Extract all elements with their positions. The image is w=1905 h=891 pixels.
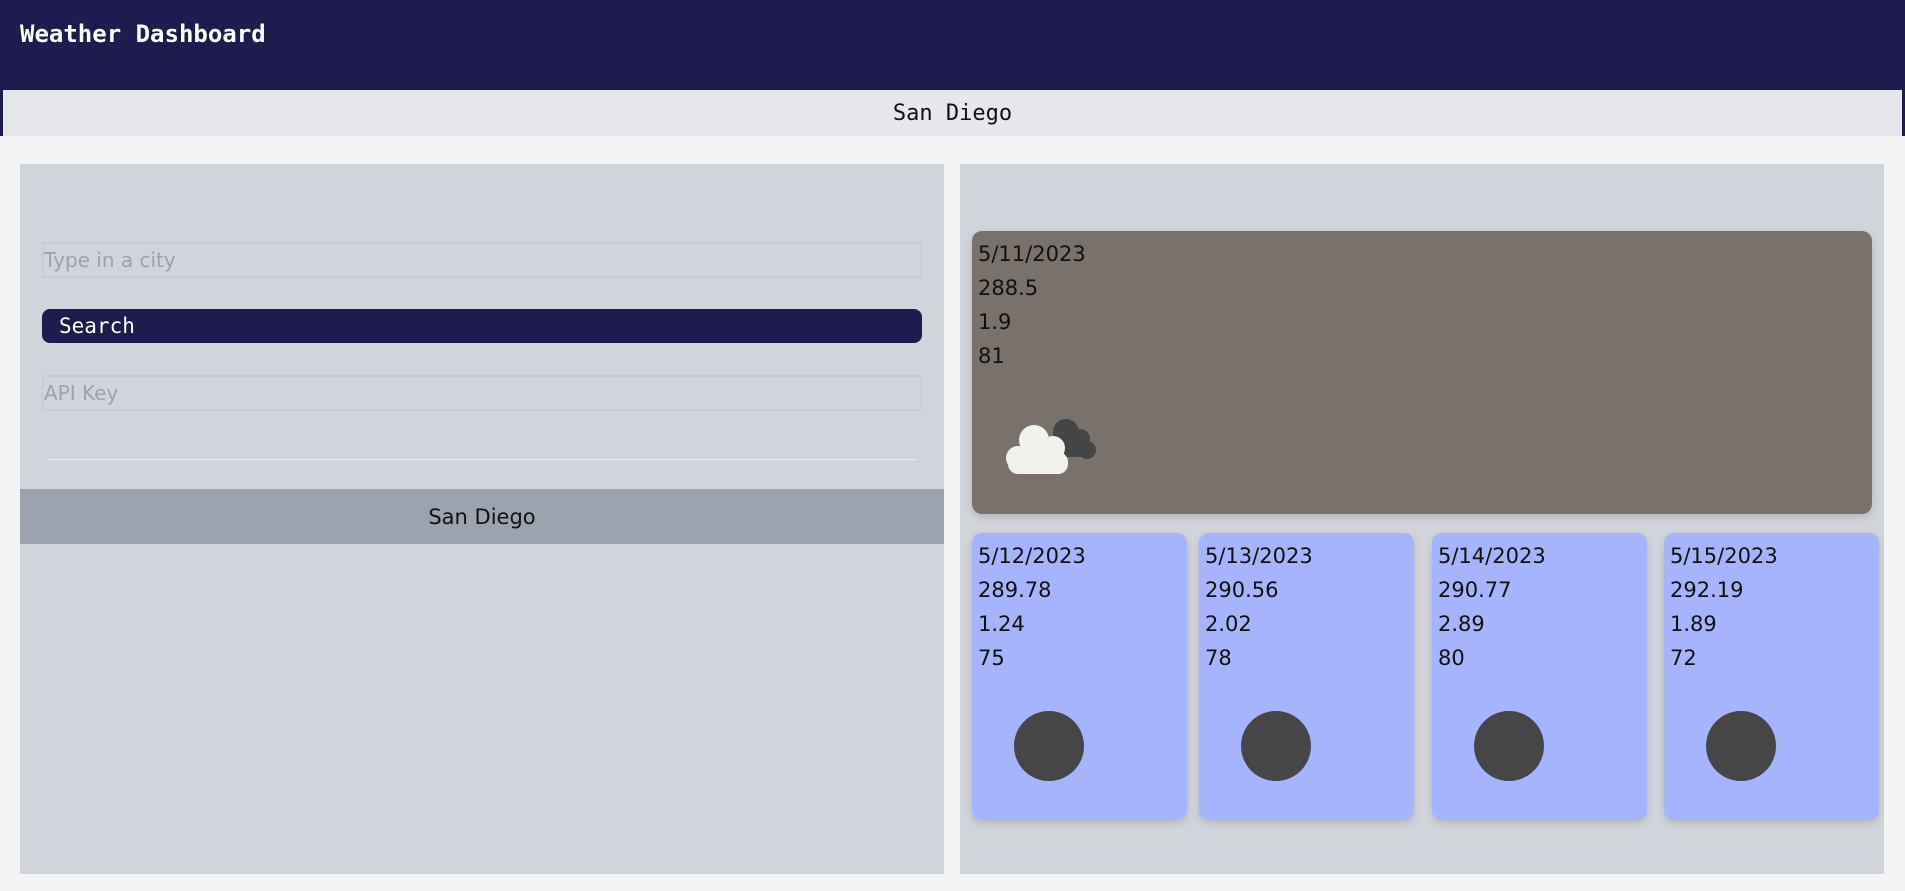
forecast-temp: 290.56 — [1205, 578, 1279, 602]
dark-circle-icon — [1706, 711, 1776, 781]
history-item-label: San Diego — [428, 504, 536, 529]
forecast-stats: 5/13/2023 290.56 2.02 78 — [1205, 539, 1313, 675]
current-date: 5/11/2023 — [978, 242, 1086, 266]
forecast-humidity: 78 — [1205, 646, 1232, 670]
forecast-date: 5/12/2023 — [978, 544, 1086, 568]
forecast-humidity: 72 — [1670, 646, 1697, 670]
city-search-input[interactable] — [42, 242, 922, 278]
forecast-date: 5/14/2023 — [1438, 544, 1546, 568]
forecast-stats: 5/15/2023 292.19 1.89 72 — [1670, 539, 1778, 675]
top-bar: Weather Dashboard — [0, 0, 1905, 90]
forecast-card: 5/15/2023 292.19 1.89 72 — [1664, 533, 1879, 820]
dark-circle-icon — [1474, 711, 1544, 781]
dark-circle-icon — [1241, 711, 1311, 781]
current-wind: 1.9 — [978, 310, 1012, 334]
selected-city-label: San Diego — [892, 100, 1013, 126]
dark-circle-icon — [1014, 711, 1084, 781]
cloud-icon — [1006, 419, 1096, 474]
forecast-stats: 5/12/2023 289.78 1.24 75 — [978, 539, 1086, 675]
search-panel: Search San Diego — [20, 164, 944, 874]
forecast-date: 5/15/2023 — [1670, 544, 1778, 568]
divider — [48, 459, 916, 460]
selected-city-bar: San Diego — [0, 90, 1905, 136]
forecast-temp: 290.77 — [1438, 578, 1512, 602]
forecast-card: 5/13/2023 290.56 2.02 78 — [1199, 533, 1414, 820]
forecast-date: 5/13/2023 — [1205, 544, 1313, 568]
forecast-card: 5/12/2023 289.78 1.24 75 — [972, 533, 1187, 820]
forecast-temp: 292.19 — [1670, 578, 1744, 602]
api-key-input[interactable] — [42, 375, 922, 411]
current-temp: 288.5 — [978, 276, 1039, 300]
search-button[interactable]: Search — [42, 309, 922, 343]
forecast-wind: 2.02 — [1205, 612, 1252, 636]
app-root: Weather Dashboard San Diego Search San D… — [0, 0, 1905, 891]
app-title: Weather Dashboard — [20, 20, 266, 48]
forecast-humidity: 80 — [1438, 646, 1465, 670]
forecast-temp: 289.78 — [978, 578, 1052, 602]
forecast-card: 5/14/2023 290.77 2.89 80 — [1432, 533, 1647, 820]
current-humidity: 81 — [978, 344, 1005, 368]
history-item-san-diego[interactable]: San Diego — [20, 489, 944, 544]
forecast-humidity: 75 — [978, 646, 1005, 670]
forecast-stats: 5/14/2023 290.77 2.89 80 — [1438, 539, 1546, 675]
forecast-wind: 1.24 — [978, 612, 1025, 636]
current-weather-card: 5/11/2023 288.5 1.9 81 — [972, 231, 1872, 514]
weather-panel: 5/11/2023 288.5 1.9 81 5/12/2023 289.78 … — [960, 164, 1884, 874]
current-weather-stats: 5/11/2023 288.5 1.9 81 — [978, 237, 1086, 373]
forecast-wind: 2.89 — [1438, 612, 1485, 636]
forecast-wind: 1.89 — [1670, 612, 1717, 636]
